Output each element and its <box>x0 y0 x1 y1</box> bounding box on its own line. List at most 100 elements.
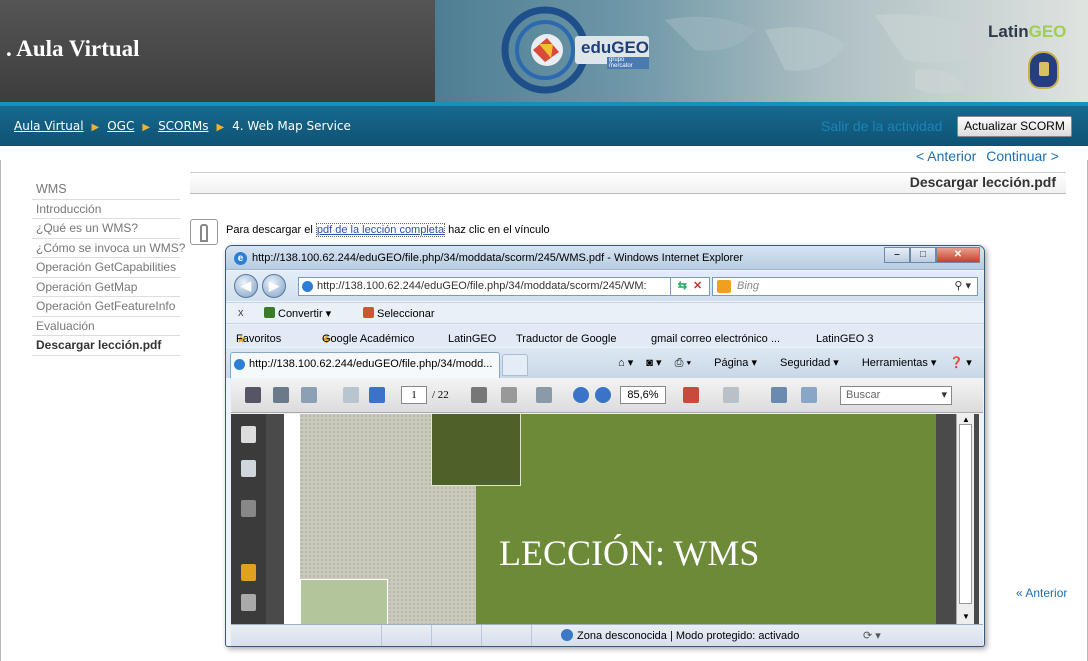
scroll-down-icon[interactable]: ▼ <box>960 612 972 621</box>
tab-icon <box>234 359 245 370</box>
site-title: . Aula Virtual <box>6 36 140 61</box>
breadcrumb-aula-virtual[interactable]: Aula Virtual <box>14 119 84 133</box>
fit-width-icon[interactable] <box>801 387 817 403</box>
page-icon <box>302 281 313 292</box>
feeds-icon[interactable]: ◙ ▾ <box>646 357 661 369</box>
ie-logo-icon: e <box>234 252 247 265</box>
pager: < Anterior Continuar > <box>910 148 1059 164</box>
address-bar[interactable]: http://138.100.62.244/eduGEO/file.php/34… <box>298 277 698 296</box>
pdf-page: LECCIÓN: WMS <box>284 414 936 624</box>
university-seal-icon <box>1028 51 1059 89</box>
continue-link[interactable]: Continuar > <box>986 148 1059 164</box>
dark-square <box>431 414 521 486</box>
save-icon[interactable] <box>273 387 289 403</box>
edugeo-logo: eduGEO grupo mercator <box>575 36 649 69</box>
convert-toolbar: x Convertir ▾ Seleccionar <box>226 302 984 324</box>
dropdown-icon[interactable]: ▾ <box>941 387 947 404</box>
maximize-icon[interactable]: □ <box>910 247 936 263</box>
bing-icon <box>717 280 731 293</box>
previous-link[interactable]: < Anterior <box>916 148 976 164</box>
pdf-heading: LECCIÓN: WMS <box>499 533 760 573</box>
document-icon <box>190 219 218 245</box>
zoom-tool-icon[interactable] <box>536 387 552 403</box>
print-icon[interactable]: ⎙ ▾ <box>675 357 691 369</box>
pdf-search-field[interactable]: Buscar ▾ <box>840 386 952 405</box>
seguridad-menu[interactable]: Seguridad ▾ <box>770 357 839 369</box>
acrobat-icon[interactable] <box>683 387 699 403</box>
content-title-bar: Descargar lección.pdf <box>190 172 1066 194</box>
breadcrumb: Aula Virtual ▶ OGC ▶ SCORMs ▶ 4. Web Map Servi… <box>14 119 351 133</box>
bing-search-box[interactable]: Bing ⚲ ▾ <box>712 277 978 296</box>
scroll-thumb[interactable] <box>959 424 972 604</box>
status-bar: Zona desconocida | Modo protegido: activ… <box>231 624 983 646</box>
print-pdf-icon[interactable] <box>245 387 261 403</box>
security-zone: Zona desconocida | Modo protegido: activ… <box>561 629 799 642</box>
hand-tool-icon[interactable] <box>501 387 517 403</box>
help-icon[interactable]: ❓ ▾ <box>950 357 972 369</box>
sidebar-item-getmap[interactable]: Operación GetMap <box>32 278 180 297</box>
pdf-toolbar: 1 / 22 85,6% Buscar ▾ <box>231 379 983 413</box>
back-icon[interactable]: ◀ <box>234 274 258 298</box>
page-down-icon[interactable] <box>369 387 385 403</box>
exit-activity-link[interactable]: Salir de la actividad <box>821 118 942 134</box>
page-up-icon[interactable] <box>343 387 359 403</box>
command-bar: ⌂ ▾ ◙ ▾ ⎙ ▾ Página ▾ Seguridad ▾ Herrami… <box>608 356 972 370</box>
tab-row: http://138.100.62.244/eduGEO/file.php/34… <box>226 348 984 378</box>
fit-page-icon[interactable] <box>771 387 787 403</box>
sidebar-item-descargar[interactable]: Descargar lección.pdf <box>32 336 180 356</box>
pdf-scrollbar[interactable]: ▲ ▼ <box>956 414 974 624</box>
zoom-out-icon[interactable] <box>573 387 589 403</box>
close-toolbar-icon[interactable]: x <box>238 307 244 319</box>
comments-icon[interactable] <box>241 564 256 581</box>
search-icon[interactable]: ⚲ ▾ <box>954 278 971 295</box>
ie-titlebar[interactable]: e http://138.100.62.244/eduGEO/file.php/… <box>226 246 984 270</box>
sidebar-item-evaluacion[interactable]: Evaluación <box>32 317 180 336</box>
left-border <box>0 160 1 661</box>
zoom-field[interactable]: 85,6% <box>620 386 666 404</box>
latingeo-logo: LatinGEO <box>988 22 1067 41</box>
select-tool-icon[interactable] <box>471 387 487 403</box>
zoom-in-icon[interactable] <box>595 387 611 403</box>
scroll-up-icon[interactable]: ▲ <box>960 415 972 424</box>
ie-window-title: http://138.100.62.244/eduGEO/file.php/34… <box>252 252 743 264</box>
zoom-status-icon[interactable]: ⟳ ▾ <box>863 629 881 642</box>
sidebar-item-que-es[interactable]: ¿Qué es un WMS? <box>32 219 180 239</box>
site-header: . Aula Virtual eduGEO grupo mercator Lat… <box>0 0 1088 102</box>
sidebar-item-introduccion[interactable]: Introducción <box>32 200 180 219</box>
attachment-icon[interactable] <box>241 594 256 611</box>
convertir-button[interactable]: Convertir ▾ <box>264 307 331 320</box>
header-left-panel: . Aula Virtual <box>0 0 435 102</box>
pages-icon[interactable] <box>241 426 256 443</box>
page-number-input[interactable]: 1 <box>401 386 427 404</box>
sidebar-heading: WMS <box>32 180 180 200</box>
home-icon[interactable]: ⌂ ▾ <box>618 357 633 369</box>
forward-icon[interactable]: ▶ <box>262 274 286 298</box>
green-background <box>476 414 936 624</box>
breadcrumb-scorms[interactable]: SCORMs <box>158 119 208 133</box>
page: . Aula Virtual eduGEO grupo mercator Lat… <box>0 0 1088 661</box>
breadcrumb-ogc[interactable]: OGC <box>107 119 134 133</box>
email-icon[interactable] <box>301 387 317 403</box>
refresh-stop-icons[interactable]: ⇆ ✕ <box>670 277 710 296</box>
binoculars-icon[interactable] <box>241 500 256 517</box>
page-total: / 22 <box>432 389 449 401</box>
update-scorm-button[interactable]: Actualizar SCORM <box>957 116 1072 137</box>
herramientas-menu[interactable]: Herramientas ▾ <box>852 357 937 369</box>
pdf-viewer: LECCIÓN: WMS ▲ ▼ <box>266 414 979 624</box>
close-icon[interactable]: ✕ <box>936 247 980 263</box>
navigation-bar: Aula Virtual ▶ OGC ▶ SCORMs ▶ 4. Web Map Servi… <box>0 102 1088 146</box>
minimize-icon[interactable]: – <box>884 247 910 263</box>
sign-icon[interactable] <box>723 387 739 403</box>
breadcrumb-arrow-icon: ▶ <box>142 122 151 133</box>
anterior-link[interactable]: « Anterior <box>1016 586 1067 600</box>
new-tab-button[interactable] <box>502 354 528 376</box>
sidebar-item-como-se-invoca[interactable]: ¿Cómo se invoca un WMS? <box>32 239 185 258</box>
sidebar-item-getcapabilities[interactable]: Operación GetCapabilities <box>32 258 180 278</box>
pdf-side-panel <box>231 414 266 624</box>
browser-tab[interactable]: http://138.100.62.244/eduGEO/file.php/34… <box>230 352 500 378</box>
seleccionar-button[interactable]: Seleccionar <box>363 307 434 320</box>
pagina-menu[interactable]: Página ▾ <box>704 357 757 369</box>
sidebar-item-getfeatureinfo[interactable]: Operación GetFeatureInfo <box>32 297 180 317</box>
pdf-download-link[interactable]: pdf de la lección completa <box>315 223 446 237</box>
bookmarks-icon[interactable] <box>241 460 256 477</box>
